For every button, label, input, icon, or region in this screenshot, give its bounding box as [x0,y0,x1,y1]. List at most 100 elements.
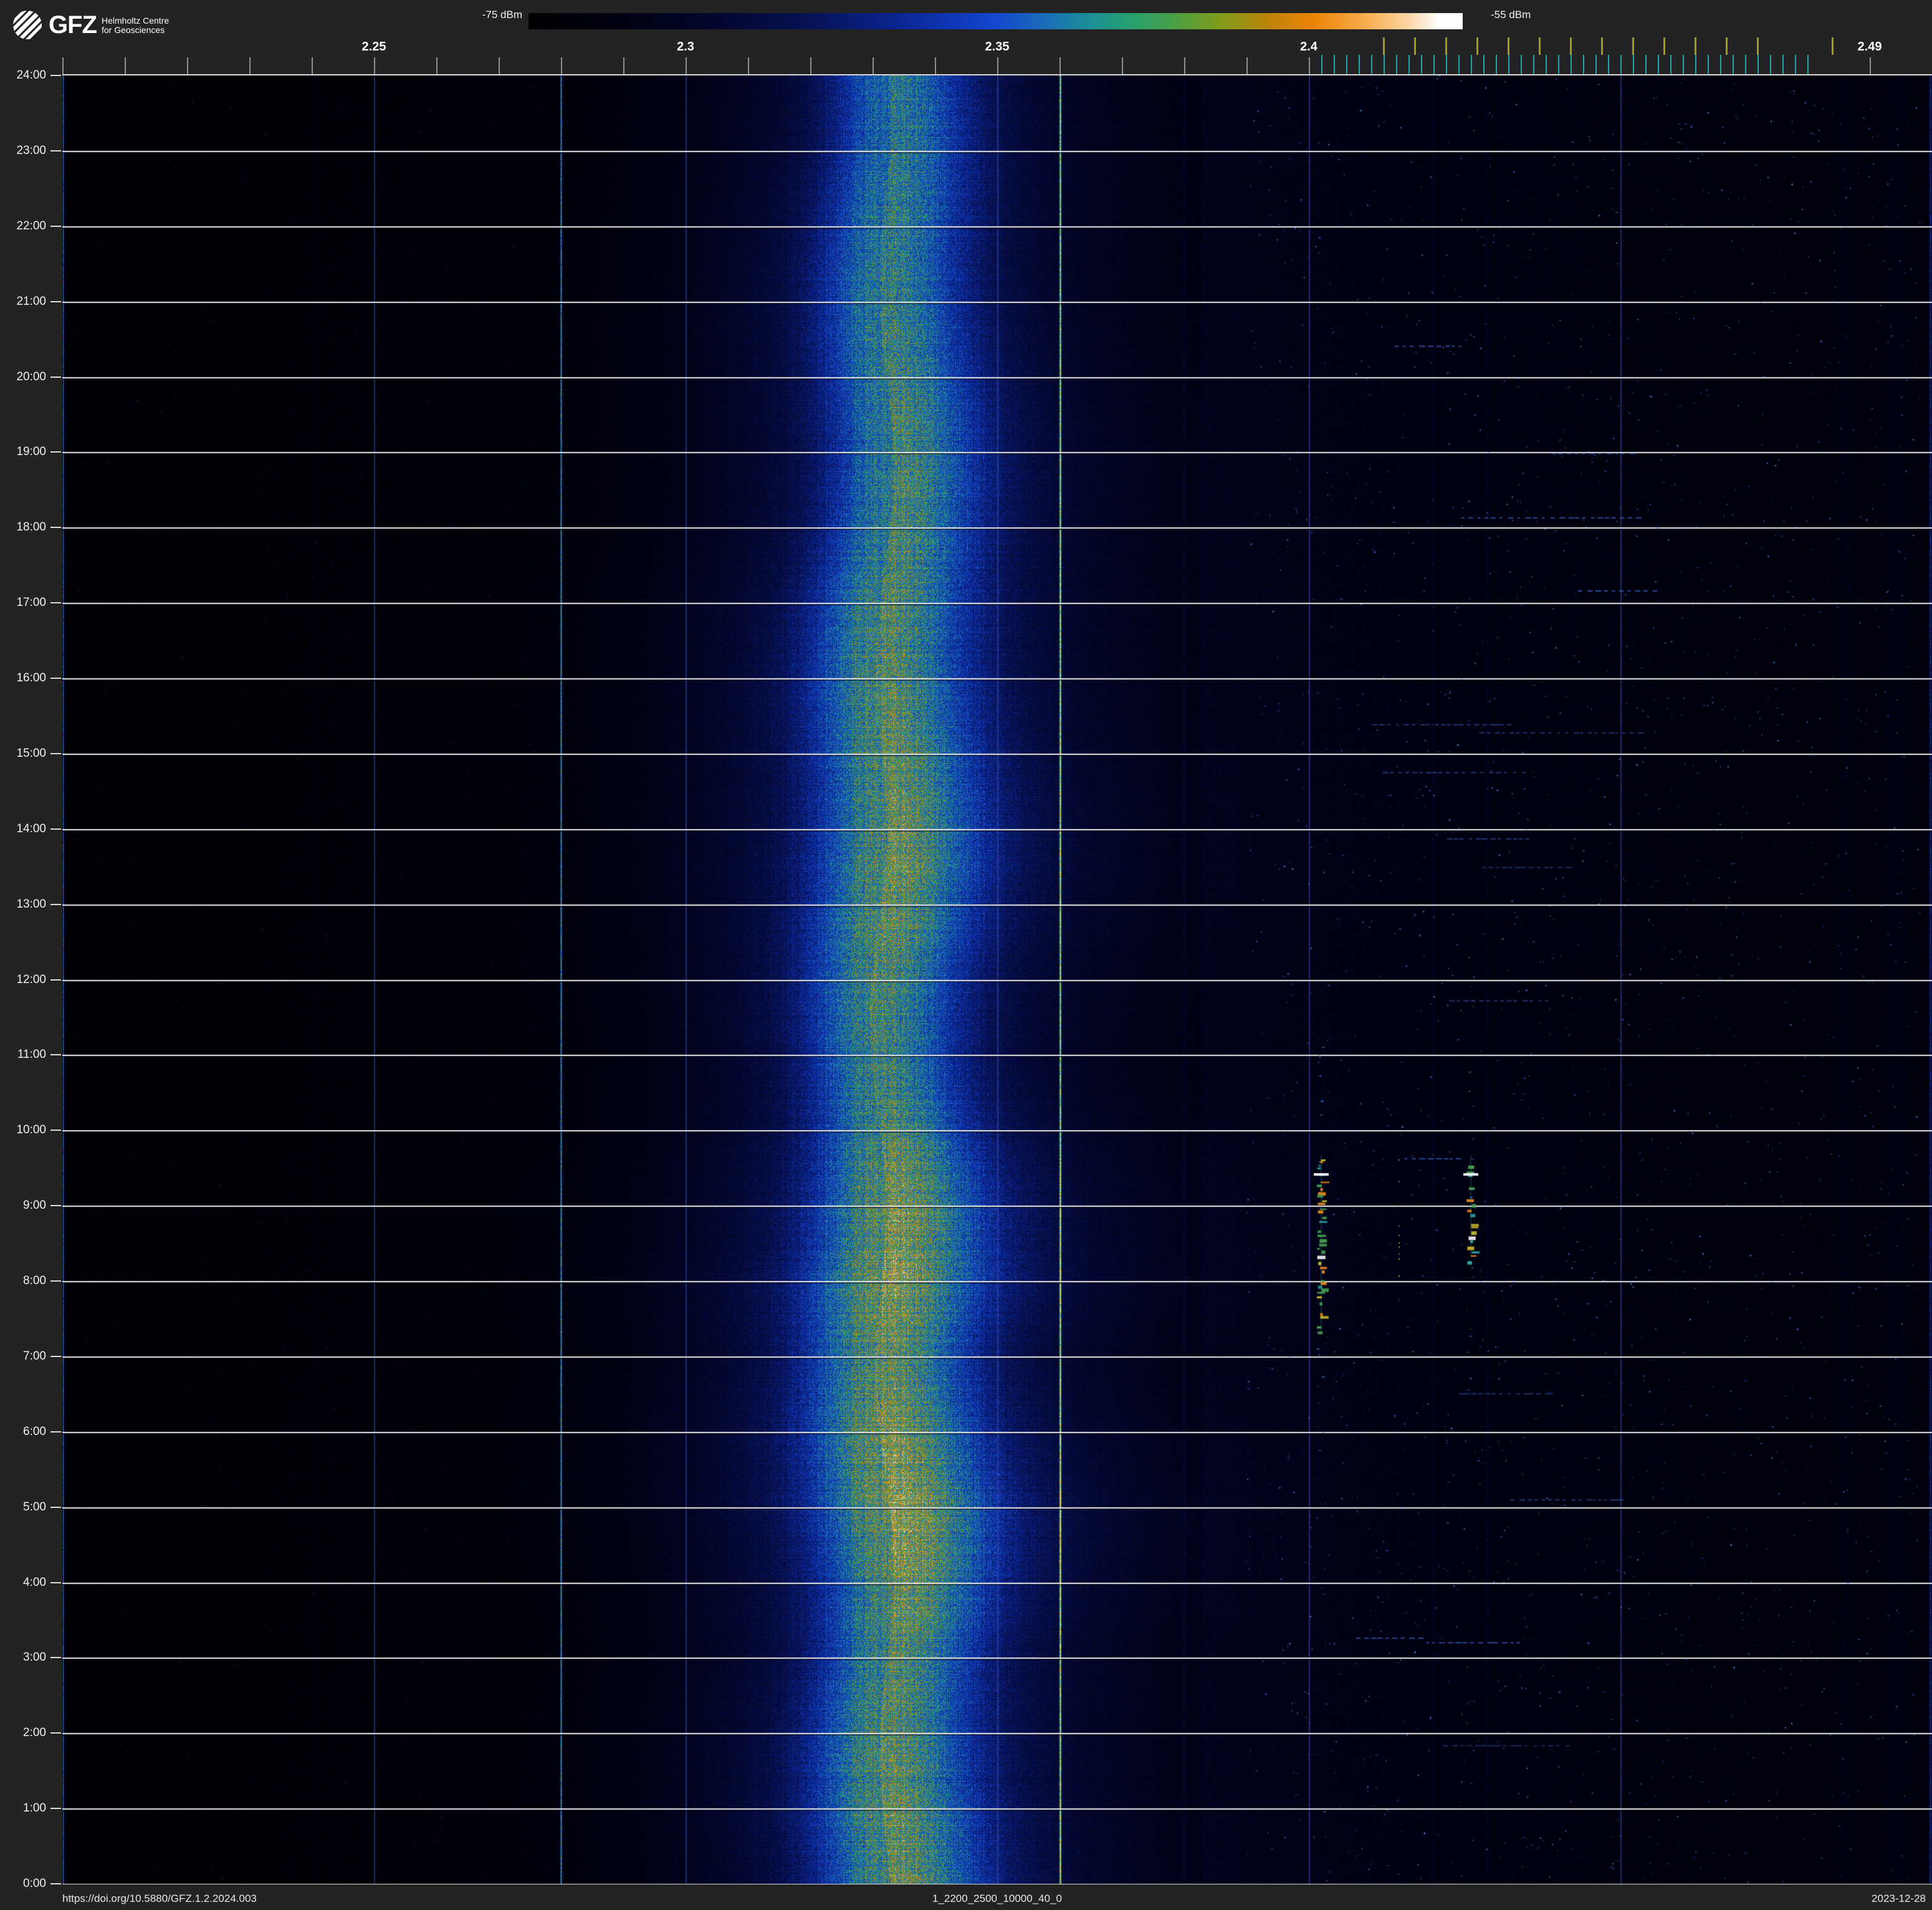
freq-minor-tick [125,57,126,74]
ble-channel-tick [1546,55,1547,74]
hour-label: 4:00 [23,1576,46,1589]
ble-channel-tick [1346,55,1347,74]
colorbar-max-label: -55 dBm [1491,9,1531,21]
date-label: 2023-12-28 [1872,1893,1926,1904]
hour-label: 14:00 [16,822,46,835]
ble-channel-tick [1633,55,1634,74]
ble-channel-tick [1334,55,1335,74]
ble-channel-tick [1371,55,1372,74]
dataset-filename: 1_2200_2500_10000_40_0 [932,1893,1062,1904]
wifi-channel-tick [1414,37,1416,55]
hour-tick [50,1431,61,1432]
hour-tick [50,753,61,754]
gfz-logo-icon [12,10,42,40]
freq-label: 2.4 [1300,40,1317,54]
freq-minor-tick [1122,57,1123,74]
gfz-logo: GFZ Helmholtz Centre for Geosciences [12,10,169,40]
freq-label: 2.49 [1857,40,1882,54]
freq-minor-tick [374,57,375,74]
hour-tick [50,150,61,151]
ble-channel-tick [1708,55,1709,74]
freq-minor-tick [1059,57,1061,74]
doi-text: https://doi.org/10.5880/GFZ.1.2.2024.003 [62,1893,257,1904]
ble-channel-tick [1433,55,1435,74]
ble-channel-tick [1571,55,1572,74]
ble-channel-tick [1583,55,1584,74]
freq-minor-tick [748,57,749,74]
hour-tick [50,1732,61,1734]
hour-tick [50,1130,61,1131]
hour-tick [50,527,61,528]
hour-tick [50,226,61,227]
freq-minor-tick [499,57,500,74]
ble-channel-tick [1521,55,1522,74]
hour-label: 22:00 [16,219,46,233]
hour-label: 18:00 [16,521,46,534]
freq-minor-tick [1870,57,1871,74]
hour-label: 9:00 [23,1199,46,1212]
hour-label: 5:00 [23,1500,46,1514]
ble-channel-tick [1658,55,1659,74]
freq-label: 2.35 [985,40,1010,54]
freq-minor-tick [1184,57,1185,74]
hour-tick [50,602,61,603]
ble-channel-tick [1620,55,1622,74]
hour-tick [50,75,61,76]
hour-tick [50,451,61,453]
wifi-channel-tick [1445,37,1447,55]
ble-channel-tick [1807,55,1809,74]
freq-minor-tick [873,57,874,74]
hour-tick [50,1883,61,1884]
colorbar-gradient [528,13,1463,29]
hour-label: 17:00 [16,596,46,609]
freq-minor-tick [187,57,188,74]
hour-tick [50,1054,61,1055]
ble-channel-tick [1421,55,1422,74]
hour-tick [50,1205,61,1206]
ble-channel-tick [1408,55,1410,74]
ble-channel-tick [1458,55,1460,74]
ble-channel-tick [1795,55,1796,74]
hour-tick [50,678,61,679]
hour-label: 8:00 [23,1274,46,1287]
hour-tick [50,1356,61,1357]
wifi-channel-tick [1570,37,1572,55]
ble-channel-tick [1782,55,1784,74]
ble-channel-tick [1670,55,1671,74]
ble-channel-tick [1683,55,1684,74]
freq-minor-tick [686,57,687,74]
hour-label: 7:00 [23,1350,46,1363]
wifi-channel-tick [1695,37,1696,55]
ble-channel-tick [1745,55,1746,74]
wifi-channel-tick [1632,37,1634,55]
wifi-channel-tick [1601,37,1603,55]
ble-channel-tick [1471,55,1472,74]
hour-label: 16:00 [16,671,46,684]
hour-tick [50,904,61,905]
hour-tick [50,979,61,981]
ble-channel-tick [1757,55,1759,74]
freq-label: 2.25 [361,40,386,54]
hour-label: 6:00 [23,1425,46,1438]
freq-minor-tick [561,57,562,74]
hour-label: 24:00 [16,69,46,82]
ble-channel-tick [1608,55,1609,74]
freq-minor-tick [935,57,936,74]
wifi-channel-tick [1539,37,1541,55]
hour-label: 13:00 [16,898,46,911]
hour-tick [50,301,61,302]
hour-tick [50,1280,61,1282]
hour-label: 12:00 [16,973,46,986]
logo-text: GFZ [49,11,97,39]
wifi-channel-tick [1476,37,1478,55]
freq-minor-tick [62,57,64,74]
ble-channel-tick [1695,55,1696,74]
wifi-channel-tick [1508,37,1509,55]
hour-label: 20:00 [16,370,46,383]
spectrogram-heatmap [62,75,1932,1884]
ble-channel-tick [1770,55,1771,74]
ble-channel-tick [1496,55,1497,74]
freq-minor-tick [436,57,438,74]
hour-label: 3:00 [23,1651,46,1664]
hour-tick [50,828,61,830]
